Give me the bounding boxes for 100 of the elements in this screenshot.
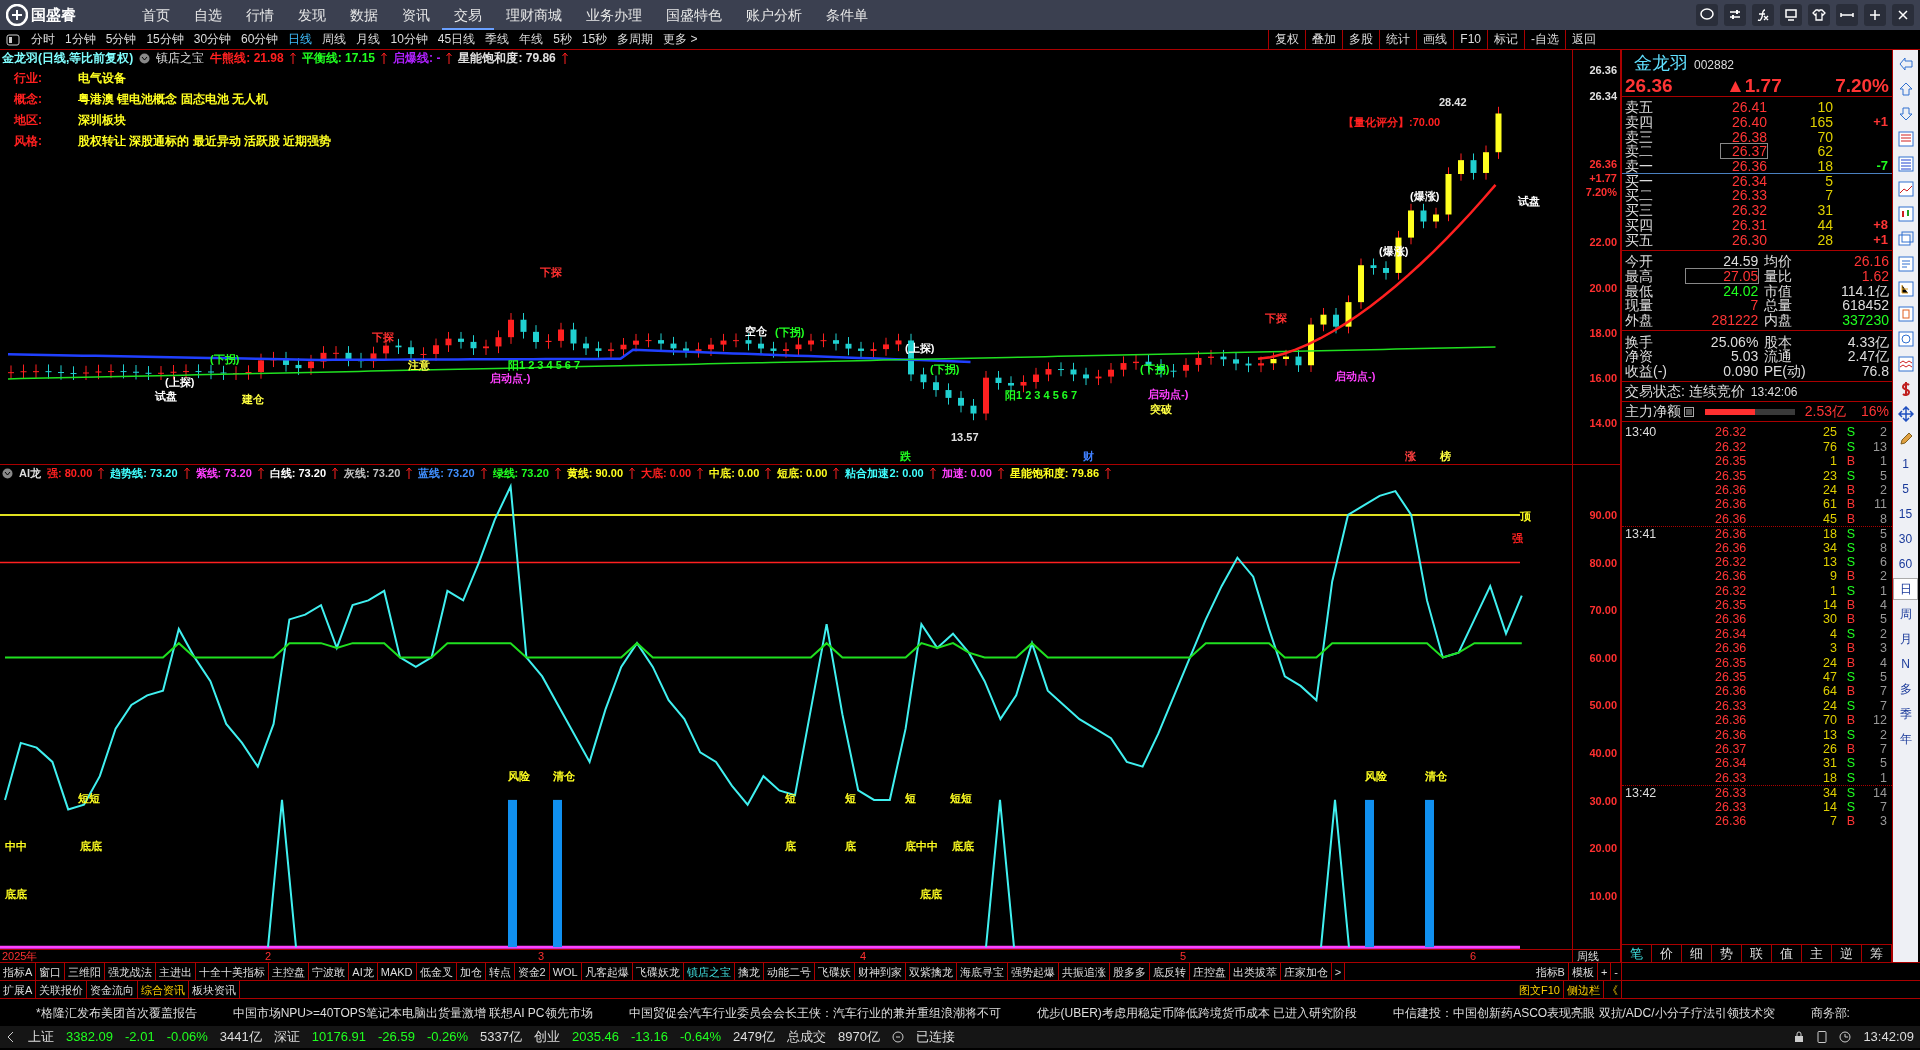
period-tab[interactable]: 周线 xyxy=(317,30,352,49)
period-tab[interactable]: 日线 xyxy=(283,30,318,49)
indicator-tab[interactable]: 综合资讯 xyxy=(138,981,190,998)
menu-tab[interactable]: 资讯 xyxy=(390,0,442,30)
indicator-tab[interactable]: 板块资讯 xyxy=(189,981,241,998)
indicator-tab[interactable]: 资金流向 xyxy=(87,981,139,998)
chart-tool-button[interactable]: 统计 xyxy=(1379,30,1417,49)
period-tab[interactable]: 分时 xyxy=(26,30,60,49)
indicator-tab[interactable]: 低金叉 xyxy=(416,963,457,980)
period-tab[interactable]: 5分钟 xyxy=(100,30,142,49)
indicator-tab[interactable]: 股多多 xyxy=(1109,963,1150,980)
period-button[interactable]: 年 xyxy=(1893,728,1918,750)
period-button[interactable]: 15 xyxy=(1893,503,1918,525)
news-headline[interactable]: 优步(UBER)考虑用稳定币降低跨境货币成本 已进入研究阶段 xyxy=(1036,1003,1358,1022)
period-tab[interactable]: 45日线 xyxy=(432,30,481,49)
period-tab[interactable]: 月线 xyxy=(351,30,386,49)
period-button[interactable]: 月 xyxy=(1893,628,1918,650)
chart-tool-button[interactable]: 返回 xyxy=(1565,30,1602,49)
indicator-tab[interactable]: 共振追涨 xyxy=(1058,963,1110,980)
indicator-tab[interactable]: 底反转 xyxy=(1149,963,1190,980)
maximize-button[interactable] xyxy=(1864,4,1886,26)
indicator-tab[interactable]: 强龙战法 xyxy=(105,963,157,980)
tab-bar-button[interactable]: 《 xyxy=(1604,981,1622,998)
panel-tab[interactable]: 笔 xyxy=(1622,945,1652,962)
menu-tab[interactable]: 首页 xyxy=(130,0,182,30)
indicator-tab[interactable]: 镇店之宝 xyxy=(683,963,735,980)
period-tab[interactable]: 多周期 xyxy=(612,30,659,49)
tab-bar-button[interactable]: 侧边栏 xyxy=(1564,981,1604,998)
period-tab[interactable]: 季线 xyxy=(480,30,515,49)
period-button[interactable]: 5 xyxy=(1893,478,1918,500)
period-button[interactable]: N xyxy=(1893,653,1918,675)
indicator-tab[interactable]: 飞碟妖龙 xyxy=(632,963,684,980)
period-tab[interactable]: 15分钟 xyxy=(141,30,189,49)
period-tab[interactable]: 30分钟 xyxy=(188,30,237,49)
indicator-tab[interactable]: AI龙 xyxy=(349,963,378,980)
indicator-tab[interactable]: 资金2 xyxy=(514,963,550,980)
indicator-tab[interactable]: 加仓 xyxy=(456,963,486,980)
panel-tab[interactable]: 价 xyxy=(1652,945,1682,962)
menu-tab[interactable]: 条件单 xyxy=(814,0,880,30)
indicator-tab[interactable]: 十全十美指标 xyxy=(196,963,270,980)
period-tab[interactable]: 60分钟 xyxy=(236,30,284,49)
shirt-button[interactable] xyxy=(1808,4,1830,26)
minimize-button[interactable] xyxy=(1836,4,1858,26)
chart-tool-button[interactable]: 叠加 xyxy=(1305,30,1343,49)
indicator-tab[interactable]: 扩展A xyxy=(0,981,37,998)
indicator-tab[interactable]: 三维阳 xyxy=(65,963,106,980)
period-tab[interactable]: 15秒 xyxy=(576,30,613,49)
menu-tab[interactable]: 自选 xyxy=(182,0,234,30)
news-headline[interactable]: 商务部: xyxy=(1810,1003,1850,1022)
indicator-tab[interactable]: > xyxy=(1331,963,1346,980)
indicator-tab[interactable]: 出类拔萃 xyxy=(1229,963,1281,980)
chart-tool-button[interactable]: 多股 xyxy=(1342,30,1380,49)
menu-tab[interactable]: 业务办理 xyxy=(574,0,654,30)
indicator-tab[interactable]: 宁波敢 xyxy=(309,963,350,980)
indicator-tab[interactable]: 擒龙 xyxy=(734,963,764,980)
panel-tab[interactable]: 主 xyxy=(1802,945,1832,962)
period-button[interactable]: 季 xyxy=(1893,703,1918,725)
indicator-tab[interactable]: 财神到家 xyxy=(854,963,906,980)
period-tab[interactable]: 5秒 xyxy=(548,30,577,49)
indicator-tab[interactable]: WOL xyxy=(549,963,582,980)
indicator-tab[interactable]: 海底寻宝 xyxy=(956,963,1008,980)
tab-bar-button[interactable]: - xyxy=(1611,963,1622,980)
chart-tool-button[interactable]: 画线 xyxy=(1416,30,1454,49)
panel-tab[interactable]: 细 xyxy=(1682,945,1712,962)
tab-bar-button[interactable]: 图文F10 xyxy=(1516,981,1564,998)
chart-tool-button[interactable]: -自选 xyxy=(1524,30,1565,49)
period-tab[interactable]: 1分钟 xyxy=(60,30,101,49)
chart-tool-button[interactable]: 标记 xyxy=(1487,30,1524,49)
sliders-button[interactable] xyxy=(1724,4,1746,26)
menu-tab[interactable]: 账户分析 xyxy=(734,0,814,30)
indicator-tab[interactable]: 凡客起爆 xyxy=(581,963,633,980)
chat-button[interactable] xyxy=(1696,4,1718,26)
indicator-tab[interactable]: 主控盘 xyxy=(269,963,310,980)
menu-tab[interactable]: 国盛特色 xyxy=(654,0,734,30)
menu-tab[interactable]: 理财商城 xyxy=(494,0,574,30)
period-button[interactable]: 日 xyxy=(1893,578,1918,600)
panel-tab[interactable]: 值 xyxy=(1772,945,1802,962)
indicator-tab[interactable]: 庄控盘 xyxy=(1189,963,1230,980)
indicator-tab[interactable]: 双紫擒龙 xyxy=(905,963,957,980)
menu-tab[interactable]: 行情 xyxy=(234,0,286,30)
period-button[interactable]: 30 xyxy=(1893,528,1918,550)
period-tab[interactable]: 更多 > xyxy=(658,30,703,49)
period-button[interactable]: 60 xyxy=(1893,553,1918,575)
indicator-tab[interactable]: 飞碟妖 xyxy=(814,963,855,980)
menu-tab[interactable]: 发现 xyxy=(286,0,338,30)
news-headline[interactable]: 中信建投：中国创新药ASCO表现亮眼 双抗/ADC/小分子疗法引领技术突 xyxy=(1393,1003,1775,1022)
panel-tab[interactable]: 逆 xyxy=(1832,945,1862,962)
indicator-tab[interactable]: 窗口 xyxy=(36,963,66,980)
menu-tab[interactable]: 交易 xyxy=(442,0,494,30)
chart-tool-button[interactable]: F10 xyxy=(1453,30,1487,49)
period-tab[interactable]: 年线 xyxy=(514,30,549,49)
panel-tab[interactable]: 势 xyxy=(1712,945,1742,962)
monitor-button[interactable] xyxy=(1780,4,1802,26)
indicator-tab[interactable]: 强势起爆 xyxy=(1007,963,1059,980)
chart-tool-button[interactable]: 复权 xyxy=(1268,30,1306,49)
indicator-tab[interactable]: MAKD xyxy=(377,963,417,980)
function-button[interactable] xyxy=(1752,4,1774,26)
close-button[interactable] xyxy=(1892,4,1914,26)
indicator-tab[interactable]: 庄家加仓 xyxy=(1280,963,1332,980)
indicator-tab[interactable]: 关联报价 xyxy=(36,981,88,998)
